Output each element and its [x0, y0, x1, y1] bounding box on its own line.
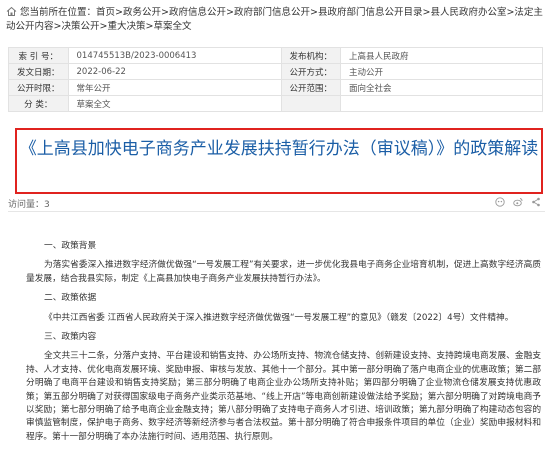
paragraph: 全文共三十二条，分落户支持、平台建设和销售支持、办公场所支持、物流仓储支持、创新… [26, 351, 541, 442]
view-count-value: 3 [44, 200, 50, 210]
meta-value: 草案全文 [67, 95, 282, 112]
view-count-label: 访问量： [8, 200, 45, 210]
meta-key: 发布机构： [280, 47, 342, 64]
toolbar [495, 197, 541, 207]
meta-value: 面向全社会 [340, 79, 543, 96]
more-share-icon[interactable] [531, 197, 541, 207]
meta-row: 索 引 号： 014745513B/2023-0006413 发布机构： 上高县人民政… [8, 47, 543, 64]
breadcrumb-link[interactable]: 县政府部门信息公开目录 [318, 7, 423, 18]
meta-value [340, 95, 543, 112]
breadcrumb-link[interactable]: 政务公开 [123, 7, 161, 18]
breadcrumb-link[interactable]: 县人民政府办公室 [430, 7, 506, 18]
breadcrumb-separator: > [226, 7, 234, 18]
document-meta-table: 索 引 号： 014745513B/2023-0006413 发布机构： 上高县人民政… [8, 47, 543, 112]
weibo-share-icon[interactable] [513, 197, 523, 207]
breadcrumb-separator: > [309, 7, 318, 18]
meta-value: 常年公开 [67, 79, 282, 96]
breadcrumb-link[interactable]: 草案全文 [153, 21, 191, 32]
meta-value: 014745513B/2023-0006413 [67, 47, 282, 64]
breadcrumb-prefix: 您当前所在位置： [20, 7, 97, 18]
section-heading: 一、政策背景 [44, 241, 97, 251]
title-highlight-box: 《上高县加快电子商务产业发展扶持暂行办法（审议稿）》的政策解读 [15, 128, 543, 194]
section-heading: 三、政策内容 [44, 332, 97, 343]
paragraph: 《中共江西省委 江西省人民政府关于深入推进数字经济做优做强“一号发展工程”的意见… [44, 312, 514, 323]
section-heading: 二、政策依据 [44, 293, 97, 304]
home-icon [6, 6, 17, 17]
article-body: 一、政策背景为落实省委深入推进数字经济做优做强“一号发展工程”有关要求，进一步优… [26, 224, 541, 444]
meta-value: 上高县人民政府 [340, 47, 543, 64]
breadcrumb-link[interactable]: 首页 [96, 7, 115, 18]
page-title: 《上高县加快电子商务产业发展扶持暂行办法（审议稿）》的政策解读 [19, 139, 539, 159]
breadcrumb-separator: > [161, 7, 169, 18]
meta-key: 索 引 号： [8, 47, 69, 64]
meta-value: 2022-06-22 [67, 63, 282, 80]
meta-row: 发文日期： 2022-06-22 公开方式： 主动公开 [8, 63, 543, 80]
divider [8, 211, 545, 212]
meta-key: 分 类： [8, 95, 69, 112]
meta-key: 公开时限： [8, 79, 69, 96]
breadcrumb-separator: > [115, 7, 123, 18]
meta-key: 发文日期： [8, 63, 69, 80]
meta-key [280, 95, 342, 112]
meta-key: 公开范围： [280, 79, 342, 96]
meta-value: 主动公开 [340, 63, 543, 80]
wechat-share-icon[interactable] [495, 197, 505, 207]
meta-row: 公开时限： 常年公开 公开范围： 面向全社会 [8, 79, 543, 96]
breadcrumb: 您当前所在位置：首页>政务公开>政府信息公开>政府部门信息公开>县政府部门信息公… [6, 6, 550, 34]
breadcrumb-link[interactable]: 决策公开 [61, 21, 99, 32]
breadcrumb-link[interactable]: 重大决策 [107, 21, 145, 32]
breadcrumb-link[interactable]: 政府部门信息公开 [234, 7, 310, 18]
meta-row: 分 类： 草案全文 [8, 95, 543, 112]
paragraph: 为落实省委深入推进数字经济做优做强“一号发展工程”有关要求，进一步优化我县电子商… [26, 260, 541, 284]
breadcrumb-link[interactable]: 政府信息公开 [169, 7, 226, 18]
meta-key: 公开方式： [280, 63, 342, 80]
view-count: 访问量：3 [8, 197, 50, 210]
